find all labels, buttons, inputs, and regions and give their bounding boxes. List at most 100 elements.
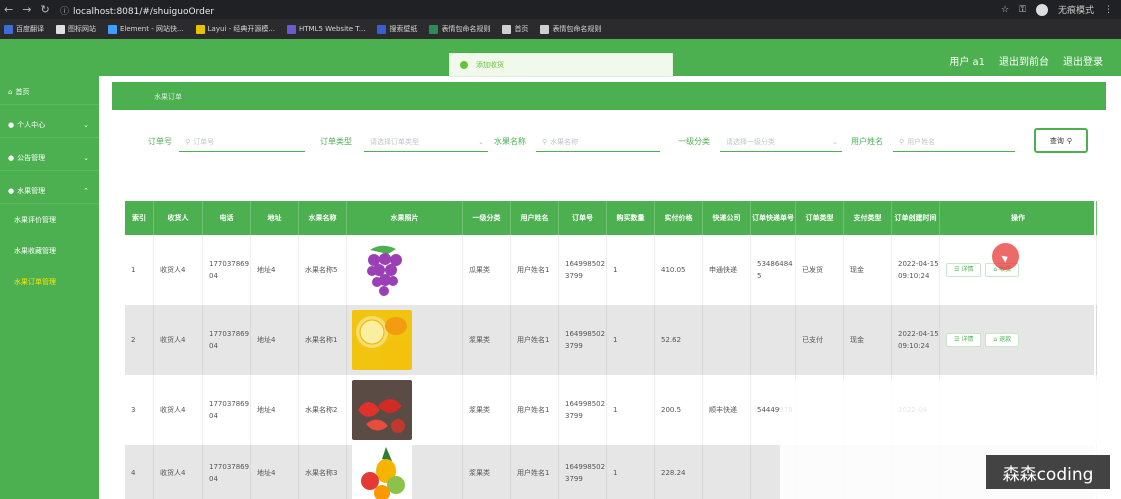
cell-text: 410.05 <box>661 266 686 274</box>
cell-text: 1649985023799 <box>565 330 606 350</box>
placeholder: 用户姓名 <box>907 137 936 146</box>
bell-icon: ● <box>8 154 15 162</box>
apple-icon: ● <box>8 187 15 195</box>
column-header: 操作 <box>940 201 1097 235</box>
bookmark-item[interactable]: 搜索壁纸 <box>377 24 417 34</box>
back-to-frontend-link[interactable]: 退出到前台 <box>999 53 1049 68</box>
cell-text: 1649985023799 <box>565 260 606 280</box>
fruit-name-input[interactable]: ⚲ 水果名称 <box>536 132 660 152</box>
star-icon[interactable]: ☆ <box>1001 5 1009 15</box>
cell-receiver: 收货人4 <box>154 235 203 305</box>
search-icon: ⚲ <box>899 137 905 146</box>
cell-text: 瓜果类 <box>469 266 490 274</box>
bookmark-item[interactable]: Layui - 经典开源模... <box>195 24 275 34</box>
search-button-label: 查询 <box>1049 136 1064 145</box>
bookmark-icon <box>429 24 439 34</box>
bookmark-label: 图标网站 <box>68 25 96 33</box>
table-row: 2 收货人4 17703786904 地址4 水果名称1 浆果类 用户姓名1 16499850… <box>125 305 1097 375</box>
detail-button[interactable]: ☰ 详情 <box>946 333 982 347</box>
column-header: 水果照片 <box>347 201 463 235</box>
cell-text: 水果名称2 <box>305 406 338 414</box>
toast-message: 添加收货 <box>476 61 504 69</box>
cell-text: 顺丰快递 <box>709 406 737 414</box>
bookmark-item[interactable]: 首页 <box>502 24 528 34</box>
username-input[interactable]: ⚲ 用户姓名 <box>893 132 1015 152</box>
cell-order-no: 1649985023799 <box>559 445 607 499</box>
cell-receiver: 收货人4 <box>154 375 203 445</box>
logout-link[interactable]: 退出登录 <box>1063 53 1103 68</box>
key-icon[interactable]: ⚿ <box>1019 5 1026 15</box>
sidebar-item-fruit[interactable]: ● 水果管理 ⌃ <box>0 179 99 204</box>
column-header: 用户姓名 <box>511 201 559 235</box>
bookmark-icon <box>377 24 387 34</box>
category-select[interactable]: 请选择一级分类 ⌄ <box>720 132 842 152</box>
fruit-photo <box>347 305 463 375</box>
detail-button[interactable]: ☰ 详情 <box>946 263 982 277</box>
cell-username: 用户姓名1 <box>511 375 559 445</box>
search-button[interactable]: 查询 ⚲ <box>1034 128 1088 153</box>
cell-text: 2022-04-15 09:10:24 <box>898 330 939 350</box>
chevron-up-icon: ⌃ <box>83 187 89 195</box>
sidebar-item-label: 个人中心 <box>17 121 46 129</box>
cell-phone: 17703786904 <box>203 445 251 499</box>
cell-text: 收货人4 <box>160 406 186 414</box>
bookmark-item[interactable]: 表情包命名规则 <box>429 24 490 34</box>
bookmark-item[interactable]: Element - 网站快... <box>108 24 184 34</box>
cell-category: 浆果类 <box>463 305 511 375</box>
cell-username: 用户姓名1 <box>511 445 559 499</box>
cell-text: 地址4 <box>257 266 276 274</box>
row-actions: ☰ 详情 ⌂ 退款 <box>940 305 1097 375</box>
sidebar-sub-review[interactable]: 水果评价管理 <box>0 204 99 235</box>
cell-price: 410.05 <box>655 235 703 305</box>
sidebar-item-home[interactable]: ⌂ 首页 <box>0 80 99 105</box>
bookmark-item[interactable]: 百度翻译 <box>4 24 44 34</box>
cell-order-no: 1649985023799 <box>559 305 607 375</box>
placeholder: 订单号 <box>193 137 215 146</box>
bookmark-label: 首页 <box>514 25 529 33</box>
cell-order-type: 已发货 <box>796 235 844 305</box>
reload-icon[interactable]: ↻ <box>40 3 49 16</box>
cell-text: 水果名称1 <box>305 336 338 344</box>
cell-index: 2 <box>125 305 154 375</box>
cell-text: 收货人4 <box>160 266 186 274</box>
chevron-down-icon: ⌄ <box>478 137 484 146</box>
cell-text: 浆果类 <box>469 406 490 414</box>
order-type-select[interactable]: 请选择订单类型 ⌄ <box>364 132 488 152</box>
cell-address: 地址4 <box>251 235 299 305</box>
username-label: 用户姓名 <box>851 137 883 146</box>
sidebar-sub-order[interactable]: 水果订单管理 <box>0 266 99 297</box>
cell-text: 申通快递 <box>709 266 737 274</box>
table-row: 1 收货人4 17703786904 地址4 水果名称5 瓜果类 用户姓名1 16499850… <box>125 235 1097 305</box>
url-text: localhost:8081/#/shuiguoOrder <box>73 7 215 17</box>
cell-tracking <box>751 305 796 375</box>
column-header: 支付类型 <box>844 201 892 235</box>
back-icon[interactable]: ← <box>4 3 13 16</box>
browser-toolbar: ← → ↻ ⓘ localhost:8081/#/shuiguoOrder ☆ ⚿… <box>0 0 1121 19</box>
sidebar-sub-favorite[interactable]: 水果收藏管理 <box>0 235 99 266</box>
cell-index: 3 <box>125 375 154 445</box>
bookmark-item[interactable]: HTML5 Website T... <box>287 24 365 34</box>
cell-qty: 1 <box>607 235 655 305</box>
menu-icon[interactable]: ⋮ <box>1104 5 1113 15</box>
user-icon: ● <box>8 121 15 129</box>
search-icon: ⚲ <box>1066 136 1073 145</box>
cell-text: 17703786904 <box>209 260 250 280</box>
cell-text: 17703786904 <box>209 462 250 483</box>
column-header: 收货人 <box>154 201 203 235</box>
forward-icon[interactable]: → <box>22 3 31 16</box>
bookmark-item[interactable]: 图标网站 <box>56 24 96 34</box>
placeholder: 请选择一级分类 <box>726 137 775 146</box>
cell-text: 1 <box>613 406 618 414</box>
bookmark-item[interactable]: 表情包命名规则 <box>540 24 601 34</box>
cell-text: 浆果类 <box>469 468 490 477</box>
bookmark-icon <box>540 24 550 34</box>
bookmark-icon <box>287 24 297 34</box>
cell-text: 1 <box>131 266 136 274</box>
bookmarks-bar: 百度翻译 图标网站 Element - 网站快... Layui - 经典开源模...… <box>0 19 1121 39</box>
refund-button[interactable]: ⌂ 退款 <box>985 333 1020 347</box>
sidebar-item-label: 公告管理 <box>17 154 46 162</box>
cell-text: 2 <box>131 336 136 344</box>
profile-avatar[interactable] <box>1035 3 1048 16</box>
order-no-input[interactable]: ⚲ 订单号 <box>179 132 305 152</box>
address-bar[interactable]: ⓘ localhost:8081/#/shuiguoOrder <box>60 4 214 17</box>
